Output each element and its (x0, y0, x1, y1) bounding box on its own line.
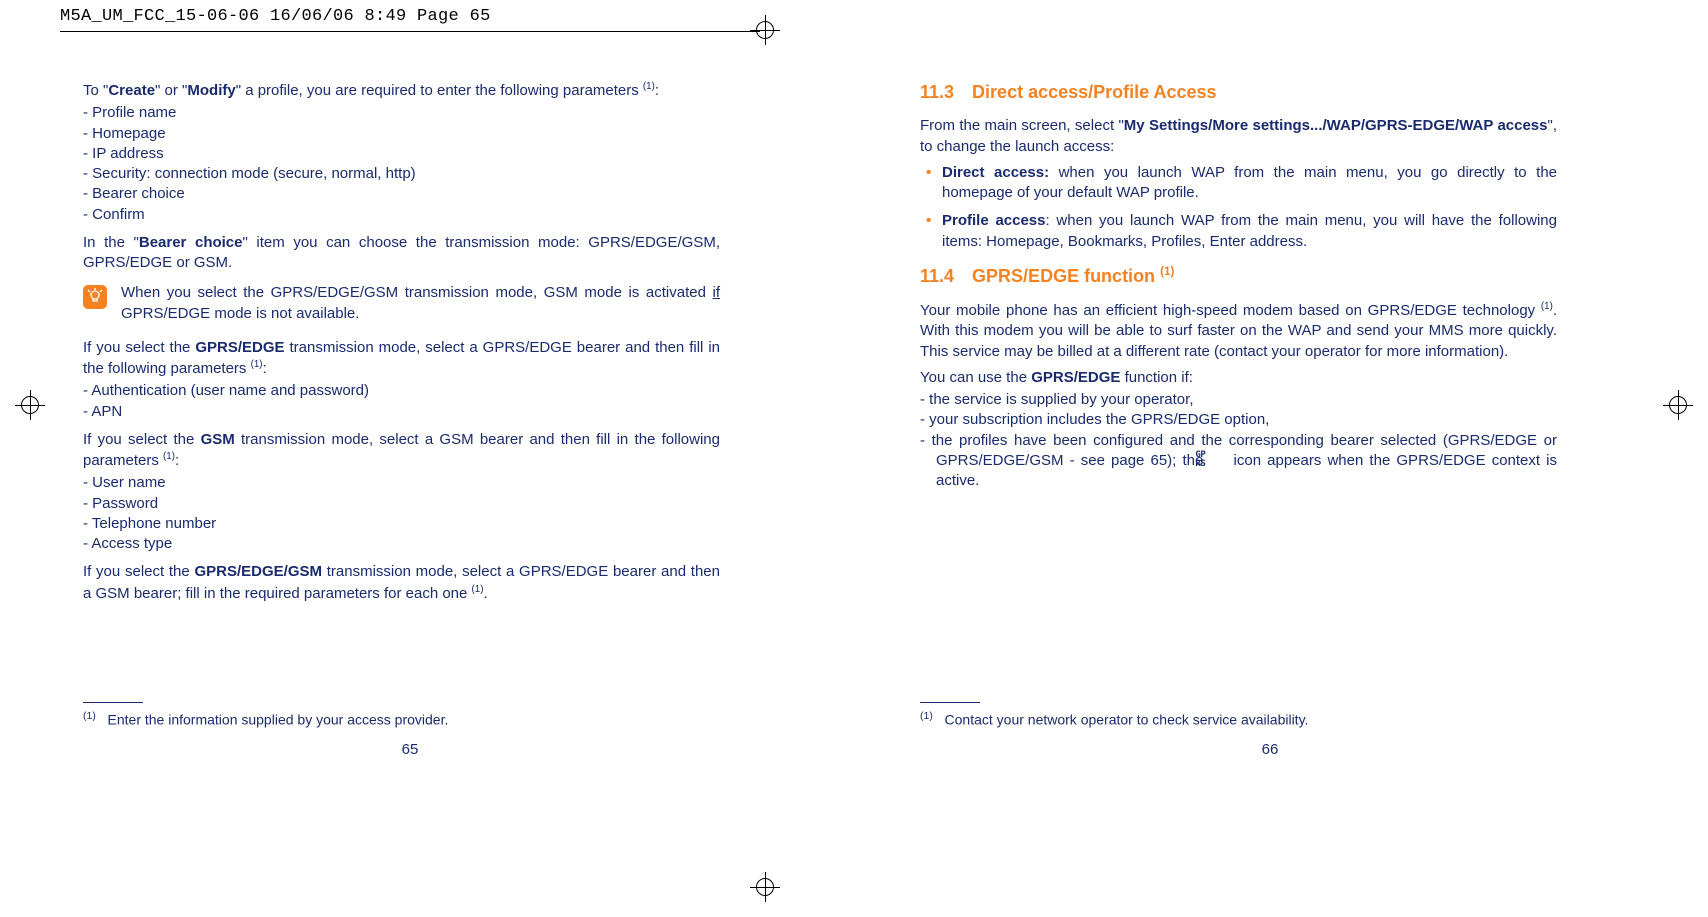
gprs-icon (1209, 451, 1227, 467)
page-number-right: 66 (880, 740, 1680, 760)
left-p2: In the "Bearer choice" item you can choo… (83, 233, 720, 274)
left-p5: If you select the GPRS/EDGE/GSM transmis… (83, 562, 720, 604)
right-p3: You can use the GPRS/EDGE function if: (920, 368, 1557, 388)
left-p3: If you select the GPRS/EDGE transmission… (83, 338, 720, 380)
section-heading-11-3: 11.3Direct access/Profile Access (920, 80, 1557, 104)
list-item: Confirm (83, 205, 720, 225)
registration-mark-top (750, 15, 780, 45)
list-item: Security: connection mode (secure, norma… (83, 164, 720, 184)
footnote-rule (920, 702, 980, 703)
right-bullets: Direct access: when you launch WAP from … (920, 163, 1557, 252)
note-row: When you select the GPRS/EDGE/GSM transm… (83, 283, 720, 324)
tip-icon (83, 285, 107, 309)
print-slug: M5A_UM_FCC_15-06-06 16/06/06 8:49 Page 6… (60, 4, 760, 32)
registration-mark-bottom (750, 872, 780, 902)
list-item: Access type (83, 534, 720, 554)
note-text: When you select the GPRS/EDGE/GSM transm… (121, 283, 720, 324)
list-item: the service is supplied by your operator… (920, 390, 1557, 410)
list-item: the profiles have been configured and th… (920, 431, 1557, 492)
right-p1: From the main screen, select "My Setting… (920, 116, 1557, 157)
list-item: your subscription includes the GPRS/EDGE… (920, 410, 1557, 430)
page-right: 11.3Direct access/Profile Access From th… (860, 80, 1640, 780)
page-left: To "Create" or "Modify" a profile, you a… (0, 80, 780, 780)
list-item: IP address (83, 144, 720, 164)
right-list1: the service is supplied by your operator… (920, 390, 1557, 491)
left-p1: To "Create" or "Modify" a profile, you a… (83, 80, 720, 101)
list-item: Telephone number (83, 514, 720, 534)
list-item: Authentication (user name and password) (83, 381, 720, 401)
page-numbers: 65 66 (0, 740, 1708, 760)
list-item: User name (83, 473, 720, 493)
left-list2: Authentication (user name and password) … (83, 381, 720, 422)
left-footnote: (1) Enter the information supplied by yo… (83, 702, 713, 730)
list-item: Profile access: when you launch WAP from… (920, 211, 1557, 252)
right-footnote: (1) Contact your network operator to che… (920, 702, 1550, 730)
list-item: Homepage (83, 124, 720, 144)
left-list1: Profile name Homepage IP address Securit… (83, 103, 720, 225)
left-list3: User name Password Telephone number Acce… (83, 473, 720, 554)
left-p4: If you select the GSM transmission mode,… (83, 430, 720, 472)
right-p2: Your mobile phone has an efficient high-… (920, 300, 1557, 362)
list-item: Direct access: when you launch WAP from … (920, 163, 1557, 204)
list-item: Password (83, 494, 720, 514)
section-heading-11-4: 11.4GPRS/EDGE function (1) (920, 264, 1557, 288)
page-number-left: 65 (0, 740, 800, 760)
footnote-rule (83, 702, 143, 703)
list-item: Bearer choice (83, 184, 720, 204)
page-spread: To "Create" or "Modify" a profile, you a… (0, 80, 1708, 780)
list-item: Profile name (83, 103, 720, 123)
list-item: APN (83, 402, 720, 422)
